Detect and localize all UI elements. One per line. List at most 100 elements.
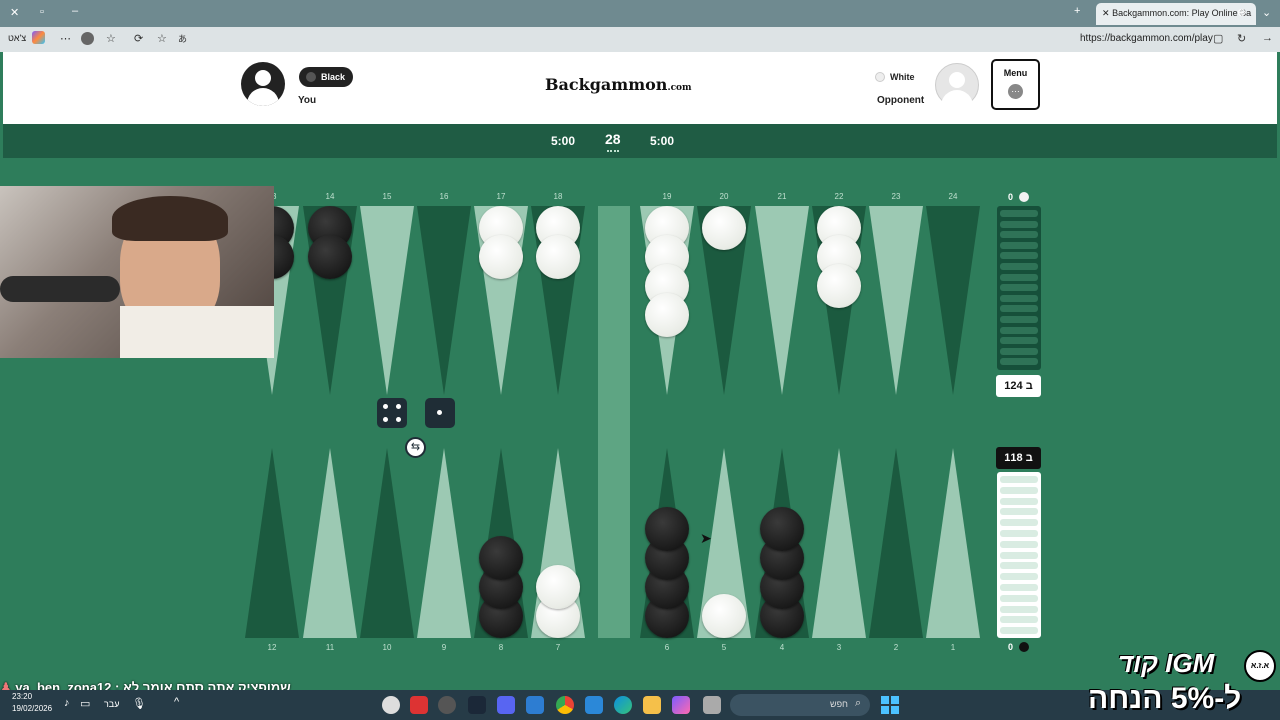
steam-icon[interactable] [468,696,486,714]
network-icon[interactable]: ▭ [80,697,90,710]
black-bear-off-tray[interactable] [997,472,1041,638]
promo-badge: א.ז.א [1244,650,1276,682]
volume-icon[interactable]: ♪ [64,697,70,709]
borne-off-checker [1000,284,1038,292]
point-bottom-9[interactable] [417,448,471,638]
black-off-icon [1019,642,1029,652]
edge-icon[interactable] [614,696,632,714]
point-top-24[interactable] [926,206,980,395]
point-label-top: 20 [719,192,729,201]
point-label-top: 22 [834,192,844,201]
tray-chevron-icon[interactable]: ^ [174,696,179,708]
borne-off-checker [1000,551,1038,559]
borne-off-checker [1000,263,1038,270]
opponent-pip-count: ב 124 [996,375,1041,397]
point-label-bottom: 4 [779,643,785,652]
borne-off-checker [1000,562,1038,570]
white-checker[interactable] [645,293,689,337]
borne-off-checker [1000,337,1038,345]
point-top-15[interactable] [360,206,414,395]
borne-off-checker [1000,573,1038,581]
point-top-16[interactable] [417,206,471,395]
borne-off-checker [1000,210,1038,217]
point-label-top: 16 [439,192,449,201]
point-bottom-2[interactable] [869,448,923,638]
point-label-bottom: 7 [555,643,561,652]
black-checker[interactable] [479,536,523,580]
black-checker[interactable] [645,507,689,551]
microphone [0,276,120,302]
white-checker[interactable] [536,235,580,279]
promo-line-2: ל-5% הנחה [1088,682,1242,715]
windows-start-icon[interactable] [881,696,899,714]
white-off-icon [1019,192,1029,202]
swap-dice-icon[interactable]: ⇆ [405,437,426,458]
borne-off-checker [1000,305,1038,313]
point-label-bottom: 5 [721,643,727,652]
point-label-top: 17 [496,192,506,201]
copilot-taskbar-icon[interactable] [672,696,690,714]
file-explorer-icon[interactable] [643,696,661,714]
borne-off-checker [1000,273,1038,281]
app-red-icon[interactable] [410,696,428,714]
white-bear-off-tray[interactable] [997,206,1041,370]
store-app-icon[interactable] [526,696,544,714]
borne-off-checker [1000,358,1038,366]
pip-prefix: ב [1025,452,1033,464]
mic-icon[interactable]: 🎙 [132,697,146,710]
point-label-bottom: 10 [382,643,392,652]
app-dark-icon[interactable] [438,696,456,714]
white-checker[interactable] [702,594,746,638]
point-label-top: 21 [777,192,787,201]
point-label-bottom: 9 [441,643,447,652]
board-bar[interactable] [598,206,630,638]
borne-off-checker [1000,616,1038,624]
point-label-bottom: 6 [664,643,670,652]
discord-icon[interactable] [497,696,515,714]
borne-off-checker [1000,508,1038,516]
borne-off-checker [1000,627,1038,635]
point-label-bottom: 11 [325,643,335,652]
point-top-23[interactable] [869,206,923,395]
point-bottom-3[interactable] [812,448,866,638]
point-top-21[interactable] [755,206,809,395]
point-bottom-12[interactable] [245,448,299,638]
point-bottom-1[interactable] [926,448,980,638]
white-checker[interactable] [817,264,861,308]
white-checker[interactable] [536,565,580,609]
point-label-bottom: 3 [836,643,842,652]
point-label-top: 15 [382,192,392,201]
task-view-icon[interactable] [703,696,721,714]
chrome-icon[interactable] [556,696,574,714]
obs-icon[interactable] [382,696,400,714]
black-checker[interactable] [308,235,352,279]
borne-off-checker [1000,326,1038,334]
point-bottom-11[interactable] [303,448,357,638]
taskbar-date: 19/02/2026 [12,704,53,713]
opponent-pips-value: 124 [1004,380,1023,392]
point-bottom-10[interactable] [360,448,414,638]
white-checker[interactable] [702,206,746,250]
point-label-top: 14 [325,192,335,201]
die-four[interactable] [377,398,407,428]
promo-line-1-text: קוד IGM [1118,648,1215,678]
die-one[interactable] [425,398,455,428]
search-placeholder: חפש [830,699,848,709]
taskbar-search[interactable]: חפש ⌕ [730,694,870,716]
language-indicator[interactable]: עבר [104,699,119,709]
white-checker[interactable] [479,235,523,279]
borne-off-checker [1000,347,1038,355]
borne-off-checker [1000,519,1038,527]
borne-off-checker [1000,316,1038,323]
point-label-top: 19 [662,192,672,201]
borne-off-checker [1000,252,1038,260]
point-label-top: 24 [948,192,958,201]
board-points [245,206,980,638]
black-checker[interactable] [760,507,804,551]
borne-off-checker [1000,530,1038,537]
borne-off-checker [1000,497,1038,505]
ms-store-icon[interactable] [585,696,603,714]
borne-off-checker [1000,241,1038,249]
borne-off-checker [1000,540,1038,548]
point-label-bottom: 2 [893,643,899,652]
